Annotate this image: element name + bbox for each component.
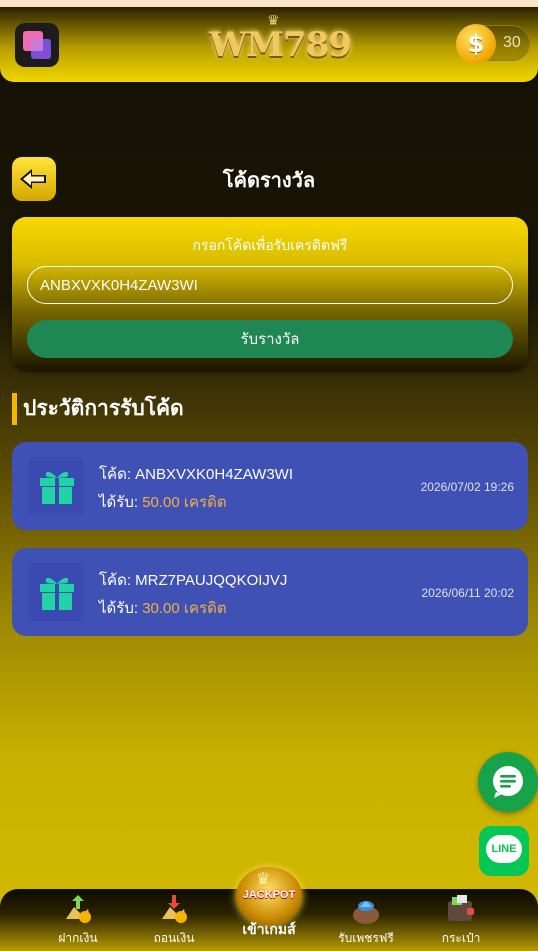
- nav-withdraw[interactable]: ถอนเงิน: [134, 889, 214, 951]
- history-item: โค้ด: MRZ7PAUJQQKOIJVJ ได้รับ: 30.00 เคร…: [12, 548, 528, 636]
- nav-deposit-label: ฝากเงิน: [58, 931, 98, 945]
- nav-wallet-label: กระเป๋า: [441, 931, 481, 945]
- history-code: โค้ด: MRZ7PAUJQQKOIJVJ: [99, 568, 287, 592]
- history-amount-prefix: ได้รับ:: [99, 494, 139, 511]
- app-menu-icon: [23, 31, 51, 59]
- gift-icon: [40, 471, 74, 504]
- coin-balance: $ 30: [456, 24, 530, 64]
- nav-play-label: เข้าเกมส์: [242, 921, 296, 937]
- gift-icon: [40, 577, 74, 610]
- crown-icon: ♛: [267, 13, 280, 29]
- nav-wallet[interactable]: กระเป๋า: [421, 889, 501, 951]
- history-code-value: ANBXVXK0H4ZAW3WI: [135, 466, 293, 483]
- history-item: โค้ด: ANBXVXK0H4ZAW3WI ได้รับ: 50.00 เคร…: [12, 442, 528, 530]
- history-code-value: MRZ7PAUJQQKOIJVJ: [135, 572, 288, 589]
- treasure-bag-icon: [353, 901, 379, 924]
- history-amount-prefix: ได้รับ:: [99, 600, 139, 617]
- history-date: 2026/07/02 19:26: [420, 480, 514, 494]
- history-code-prefix: โค้ด:: [99, 572, 131, 589]
- nav-deposit[interactable]: ฝากเงิน: [38, 889, 118, 951]
- chat-icon: [493, 766, 523, 798]
- gift-icon-wrap: [27, 562, 85, 622]
- nav-withdraw-label: ถอนเงิน: [153, 931, 195, 945]
- jackpot-crown-icon: ♛: [256, 869, 271, 888]
- history-amount: ได้รับ: 30.00 เครดิต: [99, 596, 227, 620]
- coin-count: 30: [503, 34, 521, 51]
- wallet-icon: [448, 895, 474, 921]
- top-strip: [0, 0, 538, 7]
- app-header: ♛ WM789 $ 30: [0, 7, 538, 82]
- history-amount-value: 30.00 เครดิต: [142, 600, 227, 617]
- history-amount: ได้รับ: 50.00 เครดิต: [99, 490, 227, 514]
- history-date: 2026/06/11 20:02: [421, 586, 514, 600]
- page-title: โค้ดรางวัล: [222, 170, 316, 192]
- history-section-title: ประวัติการรับโค้ด: [12, 393, 184, 425]
- nav-free-diamonds[interactable]: รับเพชรฟรี: [326, 889, 406, 951]
- menu-button[interactable]: [15, 23, 59, 67]
- logo-text: WM789: [209, 25, 352, 65]
- brand-logo: ♛ WM789: [205, 13, 355, 77]
- redeem-code-card: กรอกโค้ดเพื่อรับเครดิตฟรี รับรางวัล: [12, 217, 528, 371]
- jackpot-text: JACKPOT: [242, 889, 296, 901]
- deposit-icon: [66, 895, 91, 923]
- line-icon: LINE: [486, 835, 522, 863]
- redeem-code-label: กรอกโค้ดเพื่อรับเครดิตฟรี: [192, 237, 348, 253]
- history-code: โค้ด: ANBXVXK0H4ZAW3WI: [99, 462, 293, 486]
- chat-button[interactable]: [478, 752, 538, 812]
- redeem-code-input[interactable]: [27, 266, 513, 304]
- history-code-prefix: โค้ด:: [99, 466, 131, 483]
- gift-icon-wrap: [27, 456, 85, 516]
- claim-reward-button[interactable]: รับรางวัล: [27, 320, 513, 358]
- coin-icon: $: [456, 24, 496, 64]
- history-amount-value: 50.00 เครดิต: [142, 494, 227, 511]
- nav-free-diamonds-label: รับเพชรฟรี: [338, 931, 394, 945]
- withdraw-icon: [162, 895, 187, 923]
- line-button[interactable]: LINE: [479, 826, 529, 876]
